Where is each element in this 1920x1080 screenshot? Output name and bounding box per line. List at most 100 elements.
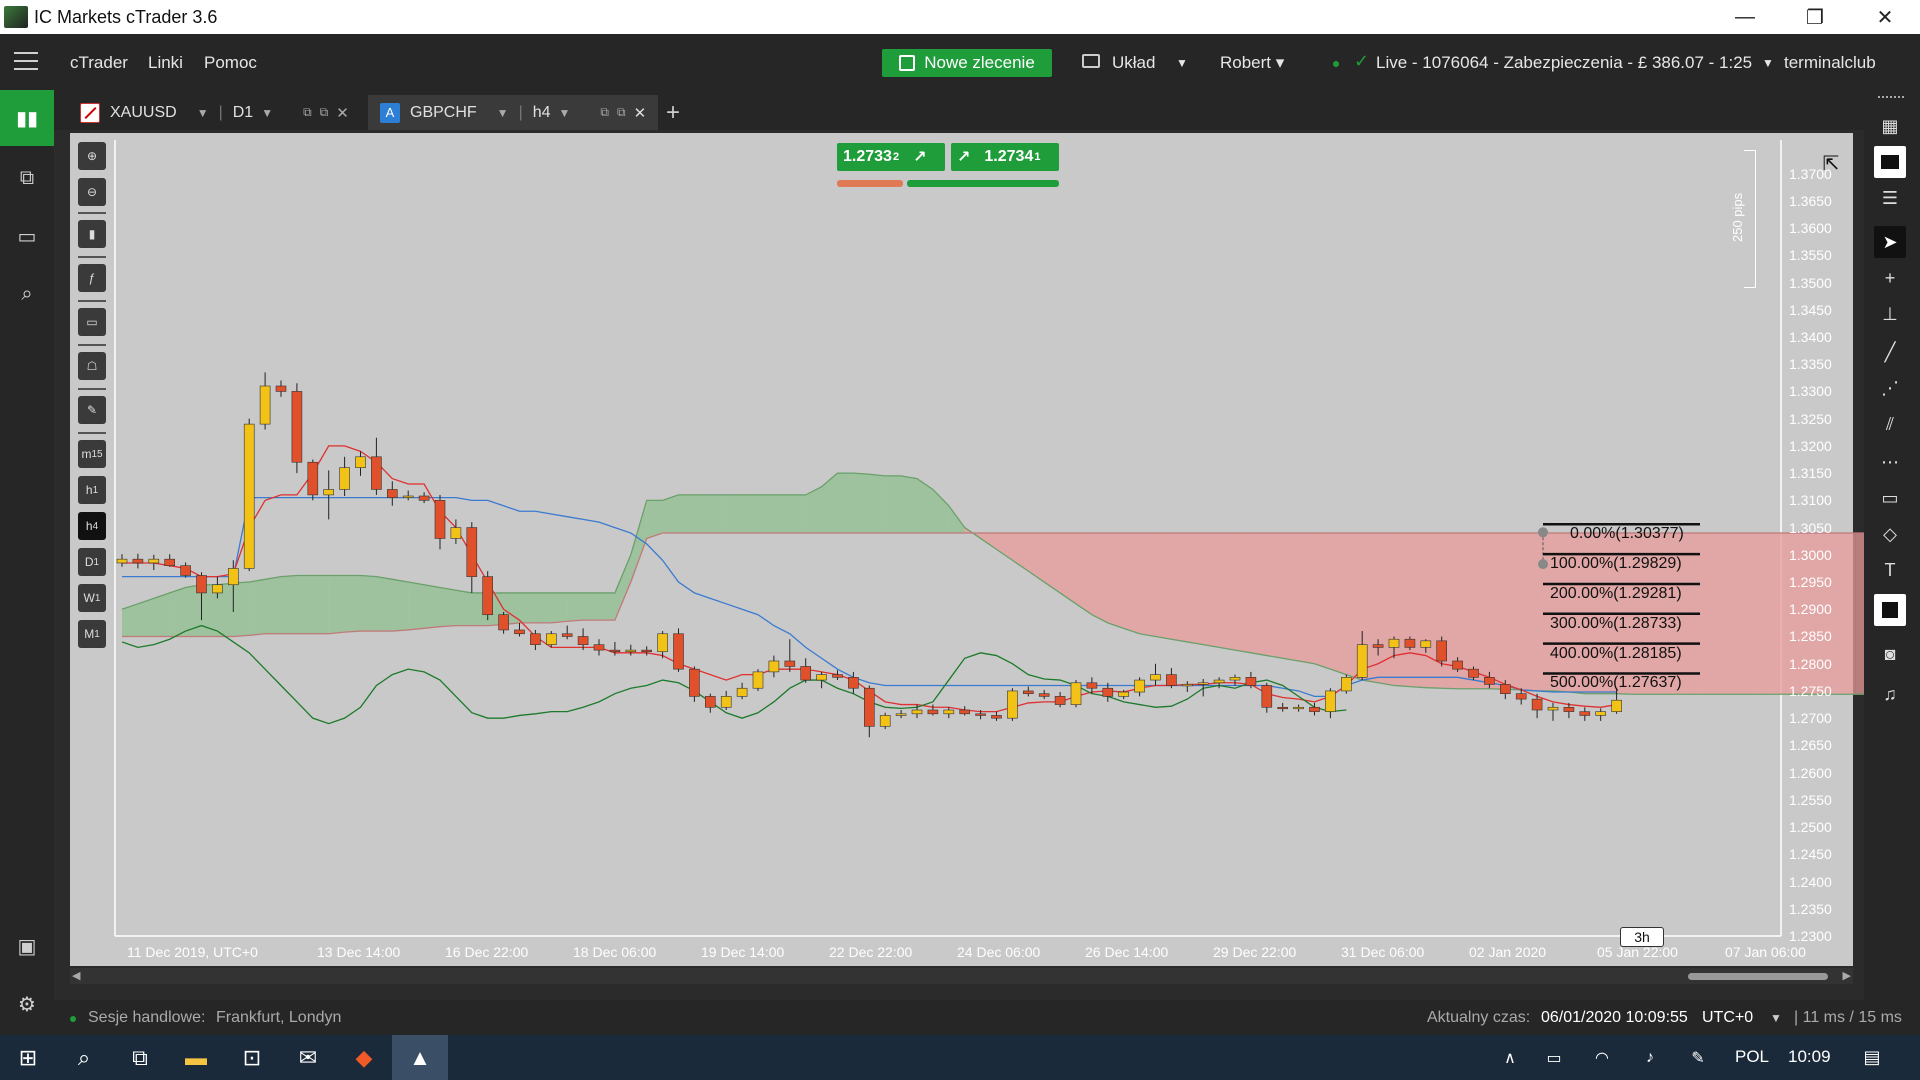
price-tick-label: 1.3250 [1789, 410, 1832, 427]
kumo-segment [1473, 533, 1490, 689]
split-chart-icon[interactable]: ☰ [1874, 182, 1906, 214]
candle-body [1229, 677, 1241, 681]
kumo-segment [901, 475, 917, 534]
kumo-segment [519, 592, 536, 623]
color-swatch-icon[interactable] [1874, 594, 1906, 626]
alert-bell-icon[interactable]: ♫ [1874, 678, 1906, 710]
search-icon[interactable]: ⌕ [56, 1035, 112, 1080]
kumo-segment [1425, 533, 1442, 689]
buy-button[interactable]: ↗ 1.2734 1 [951, 143, 1059, 171]
fib-level-label: 0.00%(1.30377) [1570, 525, 1684, 543]
candle-body [180, 565, 191, 576]
candles-icon[interactable]: ▮ [78, 220, 106, 248]
price-tick-label: 1.3400 [1789, 328, 1832, 345]
horizontal-scrollbar[interactable]: ◀ ▶ [70, 968, 1853, 984]
kumo-segment [296, 575, 313, 634]
chart-settings-icon[interactable]: ✎ [78, 396, 106, 424]
timezone-dropdown-icon[interactable]: ▼ [1770, 1011, 1782, 1025]
timeframe-mn1[interactable]: M1 [78, 620, 106, 648]
candle-body [1341, 677, 1352, 692]
candle-body [752, 671, 764, 689]
timeframe-d1[interactable]: D1 [78, 548, 106, 576]
taskbar-clock[interactable]: 10:09 [1788, 1047, 1831, 1067]
sell-button[interactable]: 1.2733 2 ↗ [837, 143, 945, 171]
zoom-out-icon[interactable]: ⊖ [78, 178, 106, 206]
kumo-segment [1743, 533, 1760, 695]
candle-body [1054, 696, 1066, 705]
candle-body [879, 715, 891, 727]
bot-icon[interactable]: ▭ [78, 308, 106, 336]
grid-layout-icon[interactable]: ▦ [1874, 110, 1906, 142]
timeframe-h4[interactable]: h4 [78, 512, 106, 540]
timeframe-m15[interactable]: m 15 [78, 440, 106, 468]
ctrader-taskbar-icon[interactable]: ▲ [392, 1035, 448, 1080]
tf-label: D [84, 555, 94, 569]
notifications-icon[interactable]: ▤ [1844, 1035, 1900, 1080]
kumo-segment [1076, 533, 1092, 615]
grid-dots-icon[interactable]: ⋯ [1874, 446, 1906, 478]
camera-icon[interactable]: ◙ [1874, 638, 1906, 670]
kumo-segment [440, 587, 456, 627]
trendline-icon[interactable]: ╱ [1874, 336, 1906, 368]
candle-body [1086, 682, 1098, 689]
kumo-segment [408, 582, 425, 630]
fib-level-label: 400.00%(1.28185) [1550, 644, 1682, 662]
time-tick-label: 24 Dec 06:00 [957, 944, 1041, 960]
candle-body [1134, 679, 1145, 693]
time-tick-label: 02 Jan 2020 [1469, 944, 1547, 960]
candle-body [418, 495, 430, 501]
channel-icon[interactable]: ⫽ [1874, 408, 1906, 440]
toolbar-separator [78, 212, 106, 214]
rectangle-icon[interactable]: ▭ [1874, 482, 1906, 514]
timeframe-w1[interactable]: W1 [78, 584, 106, 612]
cursor-icon[interactable]: ➤ [1874, 226, 1906, 258]
text-icon[interactable]: T [1874, 554, 1906, 586]
fib-level-label: 300.00%(1.28733) [1550, 614, 1682, 632]
measure-icon[interactable]: ⊥ [1874, 298, 1906, 330]
candle-body [434, 500, 446, 539]
windows-start-icon[interactable]: ⊞ [0, 1035, 56, 1080]
store-icon[interactable]: ⊡ [224, 1035, 280, 1080]
candle-body [784, 660, 796, 667]
timeframe-h1[interactable]: h1 [78, 476, 106, 504]
task-view-icon[interactable]: ⧉ [112, 1035, 168, 1080]
candle-body [1007, 690, 1018, 719]
tf-sub: 1 [94, 628, 100, 640]
time-scale[interactable]: 11 Dec 2019, UTC+0 13 Dec 14:00 16 Dec 22:… [115, 940, 1806, 966]
candle-body [816, 674, 827, 681]
brave-browser-icon[interactable]: ◆ [336, 1035, 392, 1080]
price-tick-label: 1.3700 [1789, 165, 1832, 182]
crosshair-icon[interactable]: + [1874, 262, 1906, 294]
mail-icon[interactable]: ✉ [280, 1035, 336, 1080]
candle-body [1022, 690, 1034, 694]
zoom-in-icon[interactable]: ⊕ [78, 142, 106, 170]
kumo-segment [153, 592, 170, 637]
price-scale[interactable]: 1.3700 1.3650 1.3600 1.3550 1.3500 1.3450 1.34… [1781, 133, 1853, 944]
single-chart-icon[interactable] [1874, 146, 1906, 178]
candle-body [1404, 638, 1416, 648]
pen-icon[interactable]: ✎ [1670, 1035, 1726, 1080]
kumo-segment [1203, 533, 1220, 648]
time-tick-label: 26 Dec 14:00 [1085, 944, 1169, 960]
kumo-segment [1712, 533, 1728, 695]
candle-body [1547, 706, 1559, 711]
scroll-left-icon[interactable]: ◀ [72, 969, 80, 982]
kumo-segment [1298, 533, 1315, 664]
kumo-segment [742, 494, 758, 534]
kumo-segment [885, 475, 902, 534]
tf-sub: 1 [92, 484, 99, 496]
time-tick-label: 29 Dec 22:00 [1213, 944, 1297, 960]
price-tick-label: 1.2450 [1789, 846, 1832, 863]
file-explorer-icon[interactable]: ▬ [168, 1035, 224, 1080]
kumo-segment [1171, 533, 1188, 642]
language-indicator[interactable]: POL [1735, 1047, 1769, 1067]
fibonacci-icon[interactable]: ⋰ [1874, 372, 1906, 404]
timezone-selector[interactable]: UTC+0 [1702, 1009, 1753, 1027]
template-icon[interactable]: ☖ [78, 352, 106, 380]
price-tick-label: 1.2750 [1789, 682, 1832, 699]
candle-body [911, 709, 923, 715]
scroll-right-icon[interactable]: ▶ [1843, 969, 1851, 982]
scrollbar-thumb[interactable] [1688, 973, 1828, 980]
indicators-icon[interactable]: ƒ [78, 264, 106, 292]
eraser-icon[interactable]: ◇ [1874, 518, 1906, 550]
